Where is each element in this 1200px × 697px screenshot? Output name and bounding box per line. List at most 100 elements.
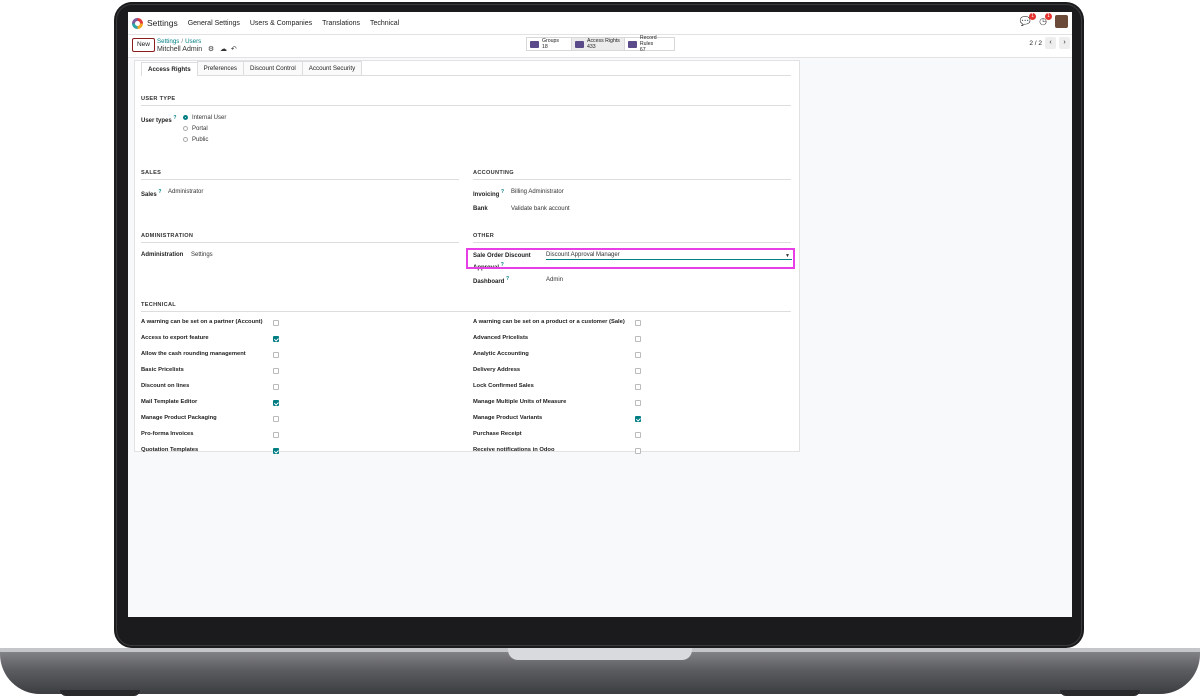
- left-checkbox-8[interactable]: [273, 448, 279, 454]
- smart-rules-label: Record Rules: [639, 35, 657, 47]
- section-administration: ADMINISTRATION: [141, 233, 459, 243]
- right-checkbox-5[interactable]: [635, 400, 641, 406]
- section-other: OTHER: [473, 233, 791, 243]
- breadcrumb-settings[interactable]: Settings: [157, 38, 179, 45]
- left-label-6: Manage Product Packaging: [141, 415, 217, 421]
- invoicing-value[interactable]: Billing Administrator: [511, 189, 564, 195]
- left-checkbox-6[interactable]: [273, 416, 279, 422]
- radio-internal-user-label: Internal User: [192, 115, 227, 122]
- user-types-label-text: User types: [141, 118, 172, 124]
- smart-rules-count: 67: [639, 47, 646, 53]
- tab-access-rights[interactable]: Access Rights: [141, 62, 198, 76]
- menu-general-settings[interactable]: General Settings: [188, 20, 240, 27]
- menu-users-companies[interactable]: Users & Companies: [250, 20, 312, 27]
- discard-undo-icon[interactable]: ↶: [231, 46, 237, 53]
- section-accounting: ACCOUNTING: [473, 170, 791, 180]
- help-icon[interactable]: ?: [173, 115, 176, 121]
- right-checkbox-8[interactable]: [635, 448, 641, 454]
- right-label-1: Advanced Pricelists: [473, 335, 529, 341]
- right-checkbox-7[interactable]: [635, 432, 641, 438]
- dashboard-label-text: Dashboard: [473, 279, 505, 285]
- radio-selected-icon[interactable]: [183, 115, 188, 120]
- left-checkbox-2[interactable]: [273, 352, 279, 358]
- left-checkbox-3[interactable]: [273, 368, 279, 374]
- laptop-foot-right: [1060, 690, 1140, 696]
- radio-portal[interactable]: Portal: [183, 126, 208, 132]
- radio-internal-user[interactable]: Internal User: [183, 115, 226, 121]
- activity-badge: 1: [1045, 13, 1052, 20]
- save-cloud-icon[interactable]: ☁: [220, 46, 227, 53]
- radio-icon[interactable]: [183, 137, 188, 142]
- left-label-5: Mail Template Editor: [141, 399, 198, 405]
- breadcrumb-separator: /: [181, 38, 184, 45]
- breadcrumb-users[interactable]: Users: [185, 38, 201, 45]
- new-button[interactable]: New: [132, 38, 155, 52]
- right-label-3: Delivery Address: [473, 367, 521, 373]
- smart-groups-count: 18: [542, 44, 548, 50]
- user-avatar[interactable]: [1055, 15, 1068, 28]
- breadcrumb: Settings / Users Mitchell Admin ⚙ ☁ ↶: [157, 38, 237, 53]
- left-label-3: Basic Pricelists: [141, 367, 184, 373]
- app-title[interactable]: Settings: [147, 18, 178, 28]
- messages-badge: 1: [1029, 13, 1037, 20]
- right-checkbox-2[interactable]: [635, 352, 641, 358]
- right-label-7: Purchase Receipt: [473, 431, 522, 437]
- chevron-right-icon[interactable]: ›: [1059, 37, 1070, 49]
- help-icon[interactable]: ?: [501, 189, 504, 195]
- help-icon[interactable]: ?: [158, 189, 161, 195]
- right-checkbox-3[interactable]: [635, 368, 641, 374]
- right-label-2: Analytic Accounting: [473, 351, 529, 357]
- right-checkbox-6[interactable]: [635, 416, 641, 422]
- dashboard-value[interactable]: Admin: [546, 277, 563, 283]
- pager-value[interactable]: 2 / 2: [1029, 40, 1042, 47]
- tab-preferences[interactable]: Preferences: [196, 61, 245, 75]
- top-navbar: Settings General Settings Users & Compan…: [128, 12, 1072, 35]
- right-checkbox-0[interactable]: [635, 320, 641, 326]
- record-name: Mitchell Admin: [157, 46, 203, 53]
- smart-button-groups[interactable]: Groups 18: [526, 37, 572, 51]
- section-user-type: USER TYPE: [141, 96, 791, 106]
- left-checkbox-1[interactable]: [273, 336, 279, 342]
- smart-button-access-rights[interactable]: Access Rights 433: [571, 37, 625, 51]
- administration-label: Administration: [141, 252, 184, 258]
- invoicing-label: Invoicing ?: [473, 189, 504, 198]
- radio-public-label: Public: [192, 137, 209, 144]
- left-label-1: Access to export feature: [141, 335, 209, 341]
- smart-access-count: 433: [587, 44, 596, 50]
- sales-value[interactable]: Administrator: [168, 189, 203, 195]
- radio-icon[interactable]: [183, 126, 188, 131]
- right-checkbox-1[interactable]: [635, 336, 641, 342]
- smart-button-record-rules[interactable]: Record Rules 67: [624, 35, 675, 53]
- left-checkbox-7[interactable]: [273, 432, 279, 438]
- screen: Settings General Settings Users & Compan…: [128, 12, 1072, 617]
- administration-value[interactable]: Settings: [191, 252, 213, 258]
- menu-technical[interactable]: Technical: [370, 20, 399, 27]
- gear-icon[interactable]: ⚙: [208, 46, 214, 53]
- activity-clock-icon[interactable]: ◷ 1: [1039, 13, 1052, 27]
- tab-discount-control[interactable]: Discount Control: [243, 61, 303, 75]
- laptop-notch: [508, 648, 692, 660]
- left-label-7: Pro-forma Invoices: [141, 431, 194, 437]
- right-checkbox-4[interactable]: [635, 384, 641, 390]
- left-checkbox-5[interactable]: [273, 400, 279, 406]
- left-label-2: Allow the cash rounding management: [141, 351, 246, 357]
- help-icon[interactable]: ?: [506, 276, 509, 282]
- menu-translations[interactable]: Translations: [322, 20, 360, 27]
- radio-public[interactable]: Public: [183, 137, 208, 143]
- section-technical: TECHNICAL: [141, 302, 791, 312]
- app-logo-icon[interactable]: [132, 17, 143, 29]
- tab-account-security[interactable]: Account Security: [301, 61, 363, 75]
- dashboard-label: Dashboard ?: [473, 276, 509, 285]
- bank-value[interactable]: Validate bank account: [511, 206, 570, 212]
- left-checkbox-4[interactable]: [273, 384, 279, 390]
- left-checkbox-0[interactable]: [273, 320, 279, 326]
- right-label-8: Receive notifications in Odoo: [473, 447, 555, 453]
- user-types-label: User types ?: [141, 115, 176, 124]
- right-label-5: Manage Multiple Units of Measure: [473, 399, 567, 405]
- chevron-left-icon[interactable]: ‹: [1045, 37, 1056, 49]
- list-icon: [575, 40, 584, 48]
- notebook-tabs: Access Rights Preferences Discount Contr…: [141, 61, 791, 76]
- highlight-box: [466, 248, 795, 269]
- right-label-0: A warning can be set on a product or a c…: [473, 319, 625, 325]
- messages-icon[interactable]: 💬 1: [1020, 13, 1037, 27]
